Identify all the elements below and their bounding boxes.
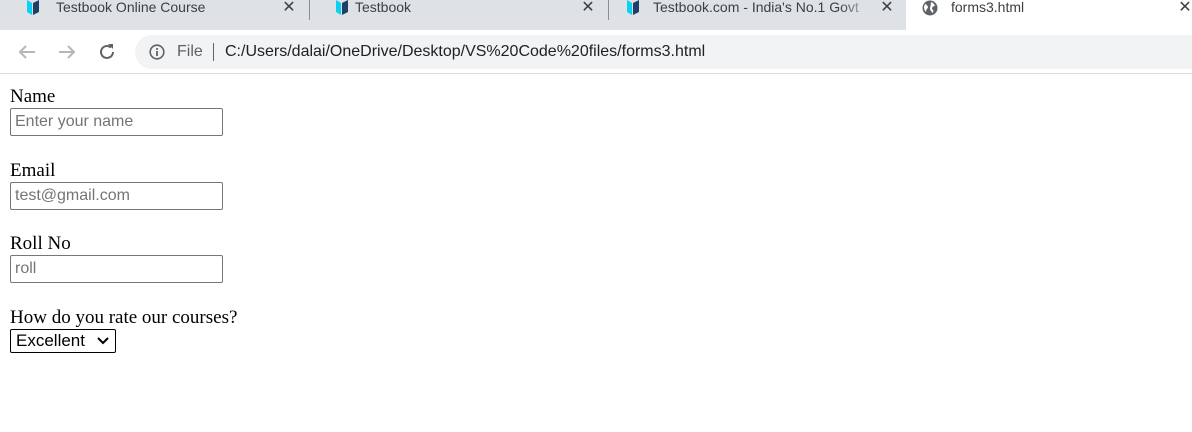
arrow-right-icon <box>59 45 76 59</box>
browser-toolbar: File C:/Users/dalai/OneDrive/Desktop/VS%… <box>0 30 1192 74</box>
reload-button[interactable] <box>94 39 120 65</box>
name-input[interactable] <box>10 108 223 136</box>
close-icon[interactable]: ✕ <box>282 0 296 15</box>
close-icon[interactable]: ✕ <box>880 0 894 15</box>
url-text[interactable]: C:/Users/dalai/OneDrive/Desktop/VS%20Cod… <box>225 35 705 69</box>
email-label: Email <box>10 160 56 181</box>
close-icon[interactable]: ✕ <box>581 0 595 15</box>
tab-title: forms3.html <box>951 0 1025 15</box>
testbook-icon <box>336 0 348 15</box>
reload-icon <box>100 44 114 59</box>
testbook-icon <box>627 0 639 15</box>
globe-icon <box>922 0 938 16</box>
address-bar[interactable]: File C:/Users/dalai/OneDrive/Desktop/VS%… <box>135 35 1192 69</box>
roll-no-input[interactable] <box>10 255 223 283</box>
rating-label: How do you rate our courses? <box>10 307 238 328</box>
tab-title: Testbook <box>355 0 412 15</box>
tab-testbook-com[interactable]: Testbook.com - India's No.1 Govt ✕ <box>608 0 906 30</box>
rating-selected-value: Excellent <box>16 331 85 350</box>
tab-forms3-active[interactable]: forms3.html ✕ <box>906 0 1192 30</box>
tab-strip: Testbook Online Course ✕ Testbook ✕ Test… <box>0 0 1192 30</box>
forward-button[interactable] <box>54 39 80 65</box>
testbook-icon <box>27 0 39 15</box>
tab-title: Testbook Online Course <box>56 0 206 15</box>
scheme-label: File <box>177 43 203 60</box>
roll-no-label: Roll No <box>10 233 71 254</box>
tab-testbook[interactable]: Testbook ✕ <box>309 0 607 30</box>
chevron-down-icon <box>97 337 109 345</box>
back-button[interactable] <box>14 39 40 65</box>
address-divider <box>213 43 214 61</box>
info-icon[interactable] <box>149 44 165 60</box>
arrow-left-icon <box>18 45 35 59</box>
email-input[interactable] <box>10 182 223 210</box>
tab-title: Testbook.com - India's No.1 Govt <box>653 0 859 15</box>
name-label: Name <box>10 86 56 107</box>
rating-select[interactable]: Excellent <box>10 329 116 353</box>
tab-testbook-online-course[interactable]: Testbook Online Course ✕ <box>0 0 308 30</box>
close-icon[interactable]: ✕ <box>1178 0 1192 15</box>
